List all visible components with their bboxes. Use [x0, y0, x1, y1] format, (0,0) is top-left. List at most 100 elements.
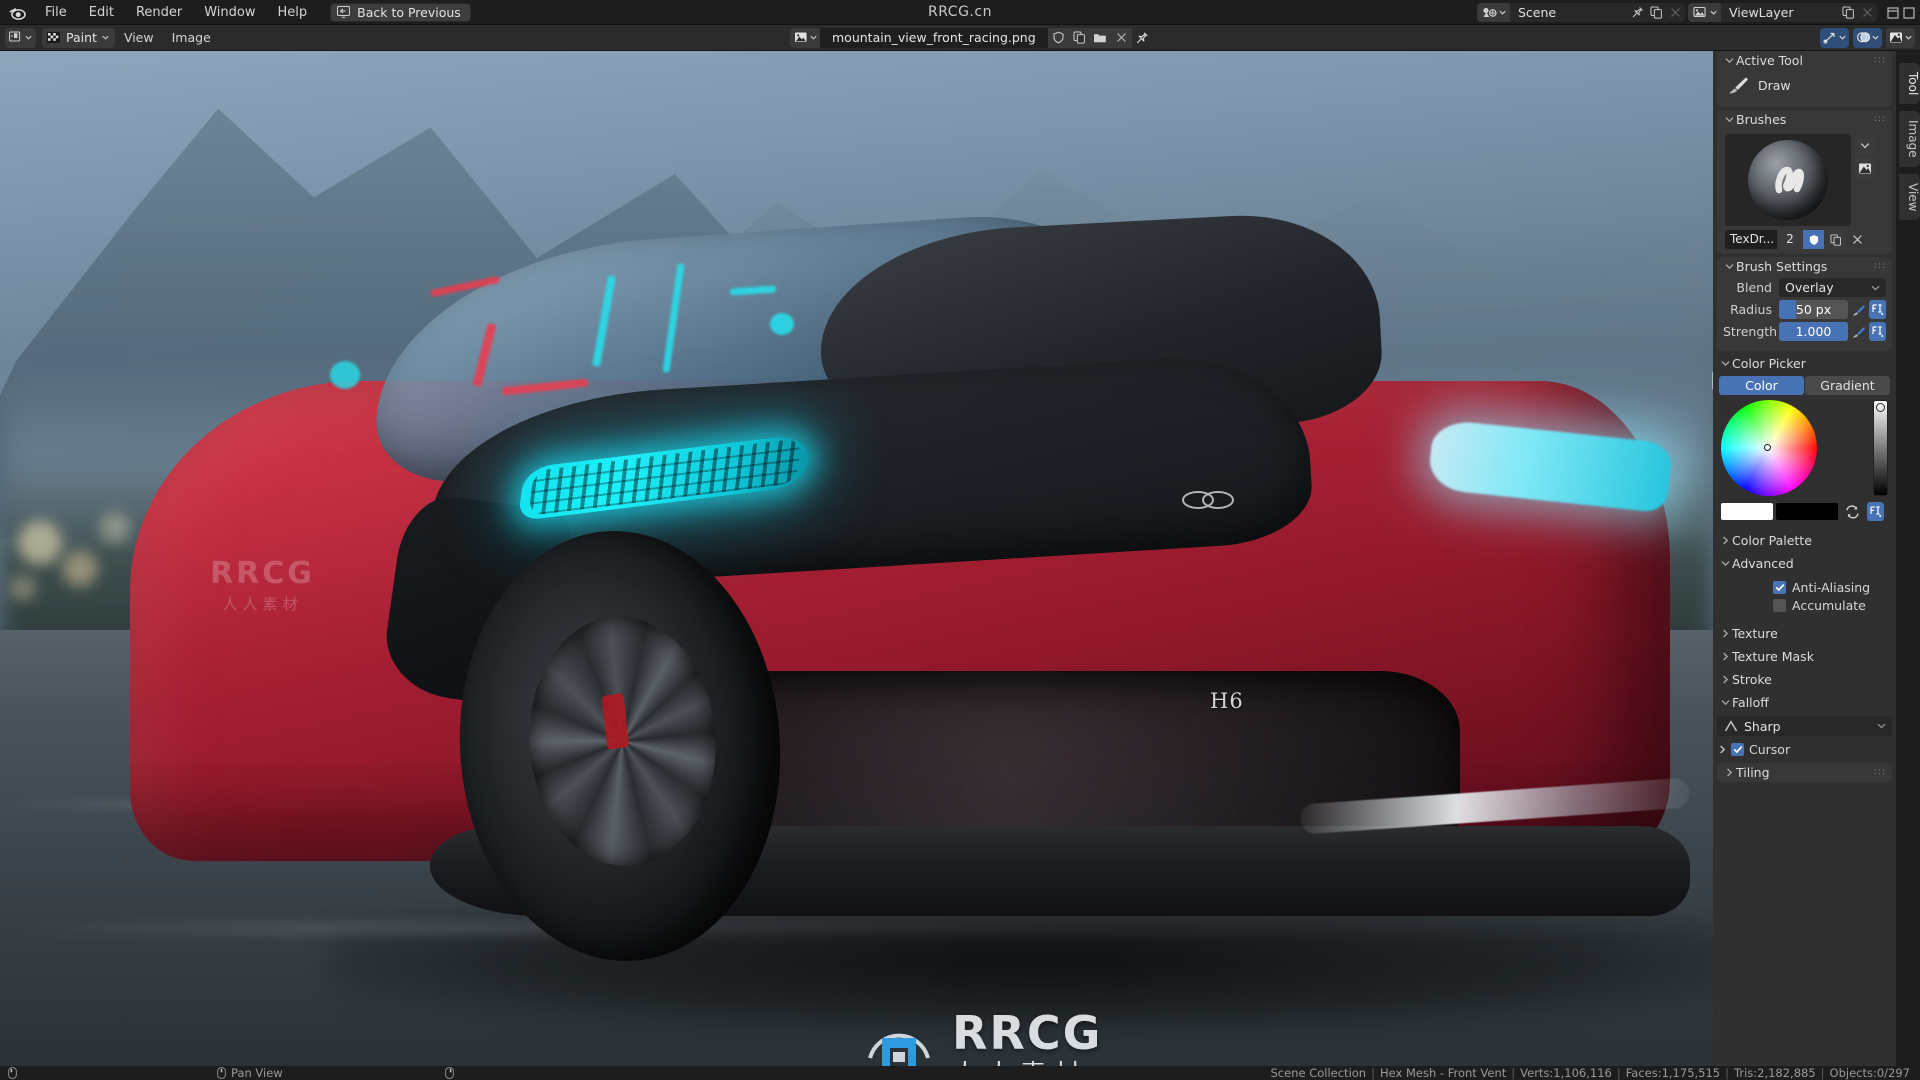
gizmo-icon[interactable]	[1820, 27, 1849, 48]
panel-header-stroke[interactable]: Stroke	[1713, 669, 1896, 690]
blender-logo-icon[interactable]	[0, 0, 34, 25]
panel-header-brush-settings[interactable]: Brush Settings :::	[1717, 257, 1892, 276]
sidebar-tab-tool[interactable]: Tool	[1899, 63, 1920, 105]
editor-menu-view[interactable]: View	[115, 28, 163, 48]
painted-image-canvas[interactable]: H6 RRCG 人人素材 RRCG 人人素材	[0, 51, 1713, 1066]
sidebar-tab-view[interactable]: View	[1899, 173, 1920, 221]
menu-window[interactable]: Window	[193, 0, 266, 25]
editor-type-selector[interactable]	[5, 27, 36, 48]
x-icon[interactable]	[1858, 3, 1877, 22]
status-scene-stats: Scene Collection | Hex Mesh - Front Vent…	[1270, 1066, 1920, 1080]
blend-mode-dropdown[interactable]: Overlay	[1779, 278, 1886, 297]
brush-sphere-preview[interactable]	[1725, 134, 1851, 226]
secondary-color-swatch[interactable]	[1776, 503, 1838, 520]
brush-pressure-icon[interactable]	[1850, 300, 1867, 319]
panel-stroke: Stroke	[1713, 669, 1896, 690]
panel-body-color-picker: Color Gradient	[1713, 373, 1896, 528]
brush-name[interactable]: TexDr...	[1725, 230, 1777, 249]
panel-header-brushes[interactable]: Brushes :::	[1717, 110, 1892, 129]
chevron-down-icon[interactable]	[1855, 135, 1875, 155]
chevron-right-icon	[1719, 536, 1732, 545]
pin-icon[interactable]	[1628, 3, 1647, 22]
chevron-down-icon	[1877, 723, 1886, 729]
editor-menu-image[interactable]: Image	[163, 28, 220, 48]
option-accumulate[interactable]: Accumulate	[1719, 596, 1890, 614]
value-slider[interactable]	[1873, 400, 1888, 496]
chevron-down-icon	[1723, 263, 1736, 270]
menu-help[interactable]: Help	[267, 0, 319, 25]
pin-icon[interactable]	[1132, 28, 1153, 48]
cockpit-red-4	[330, 361, 360, 389]
status-separator: |	[1616, 1066, 1621, 1080]
image-icon[interactable]	[1886, 27, 1915, 48]
unit-toggle-icon[interactable]	[1869, 300, 1886, 319]
status-separator: |	[1820, 1066, 1825, 1080]
duplicate-icon[interactable]	[1825, 230, 1846, 249]
swap-colors-icon[interactable]	[1843, 502, 1862, 521]
chevron-down-icon	[1871, 285, 1880, 291]
image-thumbnail-icon[interactable]	[1855, 158, 1875, 178]
sidebar-tab-image[interactable]: Image	[1899, 111, 1920, 167]
panel-header-tiling[interactable]: Tiling :::	[1717, 763, 1892, 782]
menu-render[interactable]: Render	[125, 0, 193, 25]
checkbox-anti-aliasing[interactable]	[1773, 580, 1786, 594]
unit-toggle-icon[interactable]	[1869, 322, 1886, 341]
brush-pressure-icon[interactable]	[1850, 322, 1867, 341]
image-viewport[interactable]: H6 RRCG 人人素材 RRCG 人人素材	[0, 51, 1713, 1066]
minimize-icon[interactable]	[1886, 6, 1900, 20]
mode-selector[interactable]: Paint	[42, 27, 115, 48]
panel-title-falloff: Falloff	[1732, 695, 1769, 710]
tab-gradient[interactable]: Gradient	[1805, 376, 1890, 395]
x-icon[interactable]	[1666, 3, 1685, 22]
chevron-down-icon	[1719, 699, 1732, 706]
duplicate-icon[interactable]	[1839, 3, 1858, 22]
panel-header-texture-mask[interactable]: Texture Mask	[1713, 646, 1896, 667]
radius-slider[interactable]: 50 px	[1779, 300, 1848, 319]
scene-name[interactable]: Scene	[1510, 5, 1628, 20]
panel-header-texture[interactable]: Texture	[1713, 623, 1896, 644]
duplicate-icon[interactable]	[1068, 27, 1090, 48]
shield-icon[interactable]	[1803, 230, 1824, 249]
viewlayer-datablock-field[interactable]: ViewLayer	[1688, 3, 1877, 22]
strength-slider[interactable]: 1.000	[1779, 322, 1848, 341]
primary-color-swatch[interactable]	[1721, 503, 1773, 520]
color-wheel[interactable]	[1721, 400, 1817, 496]
duplicate-icon[interactable]	[1647, 3, 1666, 22]
menu-edit[interactable]: Edit	[78, 0, 125, 25]
status-separator: |	[1511, 1066, 1516, 1080]
maximize-icon[interactable]	[1902, 6, 1916, 20]
active-tool-row[interactable]: Draw	[1723, 72, 1886, 100]
tab-color[interactable]: Color	[1719, 376, 1804, 395]
back-to-previous-button[interactable]: Back to Previous	[330, 2, 471, 22]
panel-header-active-tool[interactable]: Active Tool :::	[1717, 51, 1892, 70]
brush-user-count[interactable]: 2	[1778, 230, 1802, 249]
strength-value: 1.000	[1795, 324, 1832, 339]
panel-header-falloff[interactable]: Falloff	[1713, 692, 1896, 713]
back-to-previous-label: Back to Previous	[357, 4, 461, 20]
panel-header-color-picker[interactable]: Color Picker	[1713, 354, 1896, 373]
folder-icon[interactable]	[1089, 27, 1111, 48]
overlays-icon[interactable]	[1853, 27, 1882, 48]
unit-toggle-icon[interactable]	[1867, 502, 1884, 521]
panel-header-color-palette[interactable]: Color Palette	[1713, 530, 1896, 551]
chevron-right-icon[interactable]	[1719, 745, 1726, 754]
x-icon[interactable]	[1847, 230, 1868, 249]
blend-mode-value: Overlay	[1785, 280, 1834, 295]
value-slider-handle[interactable]	[1876, 403, 1885, 412]
image-name-field[interactable]: mountain_view_front_racing.png	[820, 27, 1048, 48]
panel-header-advanced[interactable]: Advanced	[1713, 553, 1896, 574]
menu-file[interactable]: File	[34, 0, 78, 25]
falloff-curve-preset-dropdown[interactable]: Sharp	[1717, 716, 1892, 736]
option-cursor[interactable]: Cursor	[1717, 739, 1892, 759]
checkbox-cursor[interactable]	[1731, 742, 1744, 756]
image-data-icon[interactable]	[790, 27, 820, 48]
viewlayer-name[interactable]: ViewLayer	[1721, 5, 1839, 20]
option-anti-aliasing[interactable]: Anti-Aliasing	[1719, 578, 1890, 596]
checkbox-accumulate[interactable]	[1773, 598, 1786, 612]
x-icon[interactable]	[1110, 27, 1132, 48]
scene-datablock-field[interactable]: Scene	[1477, 3, 1685, 22]
color-wheel-cursor[interactable]	[1764, 444, 1772, 452]
shield-icon[interactable]	[1047, 27, 1069, 48]
panel-advanced: Advanced Anti-Aliasing Accumulate	[1713, 553, 1896, 621]
tool-sidebar: Active Tool ::: Draw Brushes::: TexDr..…	[1713, 51, 1896, 1066]
